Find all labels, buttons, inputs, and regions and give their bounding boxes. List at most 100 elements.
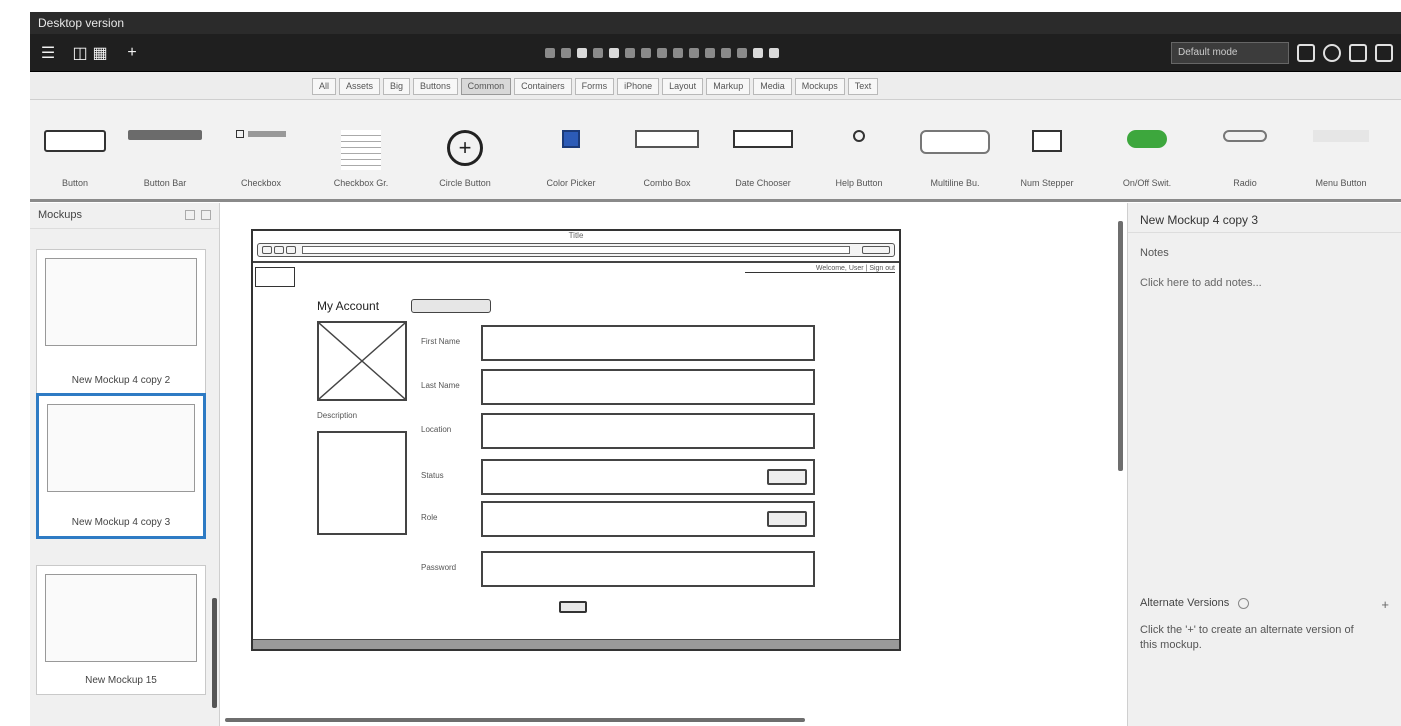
field-label: Last Name xyxy=(421,381,460,390)
duplicate-icon[interactable] xyxy=(625,48,635,58)
category-tab[interactable]: Containers xyxy=(514,78,572,95)
component-checkbox-group[interactable]: Checkbox Gr. xyxy=(316,100,406,200)
category-tab[interactable]: All xyxy=(312,78,337,95)
notes-field[interactable]: Click here to add notes... xyxy=(1128,263,1401,303)
component-checkbox[interactable]: Checkbox xyxy=(216,100,306,200)
align-icon[interactable] xyxy=(721,48,731,58)
component-label: Combo Box xyxy=(643,178,691,188)
alternate-versions-label: Alternate Versions xyxy=(1140,597,1230,609)
component-button[interactable]: Button xyxy=(30,100,120,200)
component-help-button[interactable]: Help Button xyxy=(814,100,904,200)
component-library: Button Button Bar Checkbox Checkbox Gr. + Cir… xyxy=(30,100,1401,202)
field-label: Location xyxy=(421,425,452,434)
group-icon[interactable] xyxy=(641,48,651,58)
forward-icon xyxy=(274,246,284,254)
collapse-icon[interactable] xyxy=(185,210,195,220)
mockup-preview xyxy=(45,258,197,346)
component-multiline-button[interactable]: Multiline Bu. xyxy=(910,100,1000,200)
mockup-canvas[interactable]: Title Welcome, User | Sign out My Accoun… xyxy=(221,203,1123,726)
category-tab[interactable]: Buttons xyxy=(413,78,458,95)
category-tab[interactable]: Media xyxy=(753,78,792,95)
properties-title: New Mockup 4 copy 3 xyxy=(1128,203,1401,233)
menu-icon[interactable]: ☰ xyxy=(38,43,58,63)
mockup-thumbnail[interactable]: New Mockup 15 xyxy=(36,565,206,695)
copy-icon[interactable] xyxy=(593,48,603,58)
component-label: Color Picker xyxy=(546,178,596,188)
present-icon[interactable] xyxy=(1349,44,1367,62)
mode-select[interactable]: Default mode xyxy=(1171,42,1289,64)
mockups-panel-title: Mockups xyxy=(38,209,83,221)
text-field xyxy=(481,369,815,405)
category-tab[interactable]: iPhone xyxy=(617,78,660,95)
category-tab[interactable]: Common xyxy=(460,78,512,95)
canvas-vertical-scrollbar[interactable] xyxy=(1118,221,1123,471)
component-label: Help Button xyxy=(835,178,883,188)
panel-options-icon[interactable] xyxy=(201,210,211,220)
component-label: Date Chooser xyxy=(735,178,791,188)
panel-toggle-icon[interactable]: ◫ xyxy=(70,43,90,63)
field-label: Role xyxy=(421,513,438,522)
switch-preview xyxy=(1127,130,1167,148)
mockup-thumbnail[interactable]: New Mockup 4 copy 3 xyxy=(36,393,206,539)
category-tab[interactable]: Markup xyxy=(706,78,751,95)
component-label: Multiline Bu. xyxy=(930,178,980,188)
combo-box-preview xyxy=(635,130,699,148)
back-icon[interactable] xyxy=(705,48,715,58)
image-icon[interactable] xyxy=(769,48,779,58)
mockup-thumbnail[interactable]: New Mockup 4 copy 2 xyxy=(36,249,206,395)
info-icon[interactable] xyxy=(1323,44,1341,62)
category-tab[interactable]: Big xyxy=(383,78,411,95)
checkbox-preview xyxy=(236,130,286,138)
checkbox-group-preview xyxy=(341,130,381,170)
component-color-picker[interactable]: Color Picker xyxy=(526,100,616,200)
ungroup-icon[interactable] xyxy=(657,48,667,58)
add-icon[interactable]: + xyxy=(122,43,142,63)
browser-window-mockup[interactable]: Title Welcome, User | Sign out My Accoun… xyxy=(251,229,901,651)
lock-icon[interactable] xyxy=(673,48,683,58)
category-tab[interactable]: Forms xyxy=(574,78,615,95)
toolbar-right: Default mode xyxy=(1171,42,1393,64)
canvas-horizontal-scrollbar[interactable] xyxy=(225,718,805,722)
undo-icon[interactable] xyxy=(545,48,555,58)
category-tab[interactable]: Layout xyxy=(662,78,704,95)
component-label: Radio xyxy=(1233,178,1257,188)
mockup-label: New Mockup 4 copy 3 xyxy=(71,517,171,528)
component-circle-button[interactable]: + Circle Button xyxy=(420,100,510,200)
dropdown-field xyxy=(481,501,815,537)
window-title-bar: Desktop version xyxy=(30,12,1401,34)
export-icon[interactable] xyxy=(1375,44,1393,62)
component-menu-button[interactable]: Menu Button xyxy=(1296,100,1386,200)
cut-icon[interactable] xyxy=(577,48,587,58)
component-radio[interactable]: Radio xyxy=(1200,100,1290,200)
ok-button xyxy=(559,601,587,613)
account-dropdown xyxy=(411,299,491,313)
grid-icon[interactable]: ▦ xyxy=(90,43,110,63)
category-bar: All Assets Big Buttons Common Containers Forms… xyxy=(30,72,1401,100)
help-icon[interactable] xyxy=(1238,597,1250,609)
alternate-versions-header: Alternate Versions + xyxy=(1140,597,1389,612)
address-field xyxy=(302,246,850,254)
component-switch[interactable]: On/Off Swit. xyxy=(1102,100,1192,200)
mockups-scrollbar[interactable] xyxy=(212,598,217,708)
front-icon[interactable] xyxy=(689,48,699,58)
distribute-icon[interactable] xyxy=(737,48,747,58)
category-tab[interactable]: Text xyxy=(847,78,879,95)
circle-button-preview: + xyxy=(447,130,483,166)
category-tab[interactable]: Assets xyxy=(339,78,381,95)
add-alternate-button[interactable]: + xyxy=(1381,597,1389,612)
full-screen-icon[interactable] xyxy=(1297,44,1315,62)
paste-icon[interactable] xyxy=(609,48,619,58)
component-button-bar[interactable]: Button Bar xyxy=(120,100,210,200)
mockups-panel: Mockups New Mockup 4 copy 2 New Mockup 4 … xyxy=(30,203,220,726)
component-numeric-stepper[interactable]: Num Stepper xyxy=(1002,100,1092,200)
redo-icon[interactable] xyxy=(561,48,571,58)
field-label: Status xyxy=(421,471,444,480)
category-tab[interactable]: Mockups xyxy=(794,78,845,95)
text-field xyxy=(481,551,815,587)
multiline-button-preview xyxy=(920,130,990,154)
component-date-chooser[interactable]: Date Chooser xyxy=(718,100,808,200)
component-combo-box[interactable]: Combo Box xyxy=(622,100,712,200)
user-status-link: Welcome, User | Sign out xyxy=(745,265,895,273)
link-icon[interactable] xyxy=(753,48,763,58)
help-button-preview xyxy=(853,130,865,142)
